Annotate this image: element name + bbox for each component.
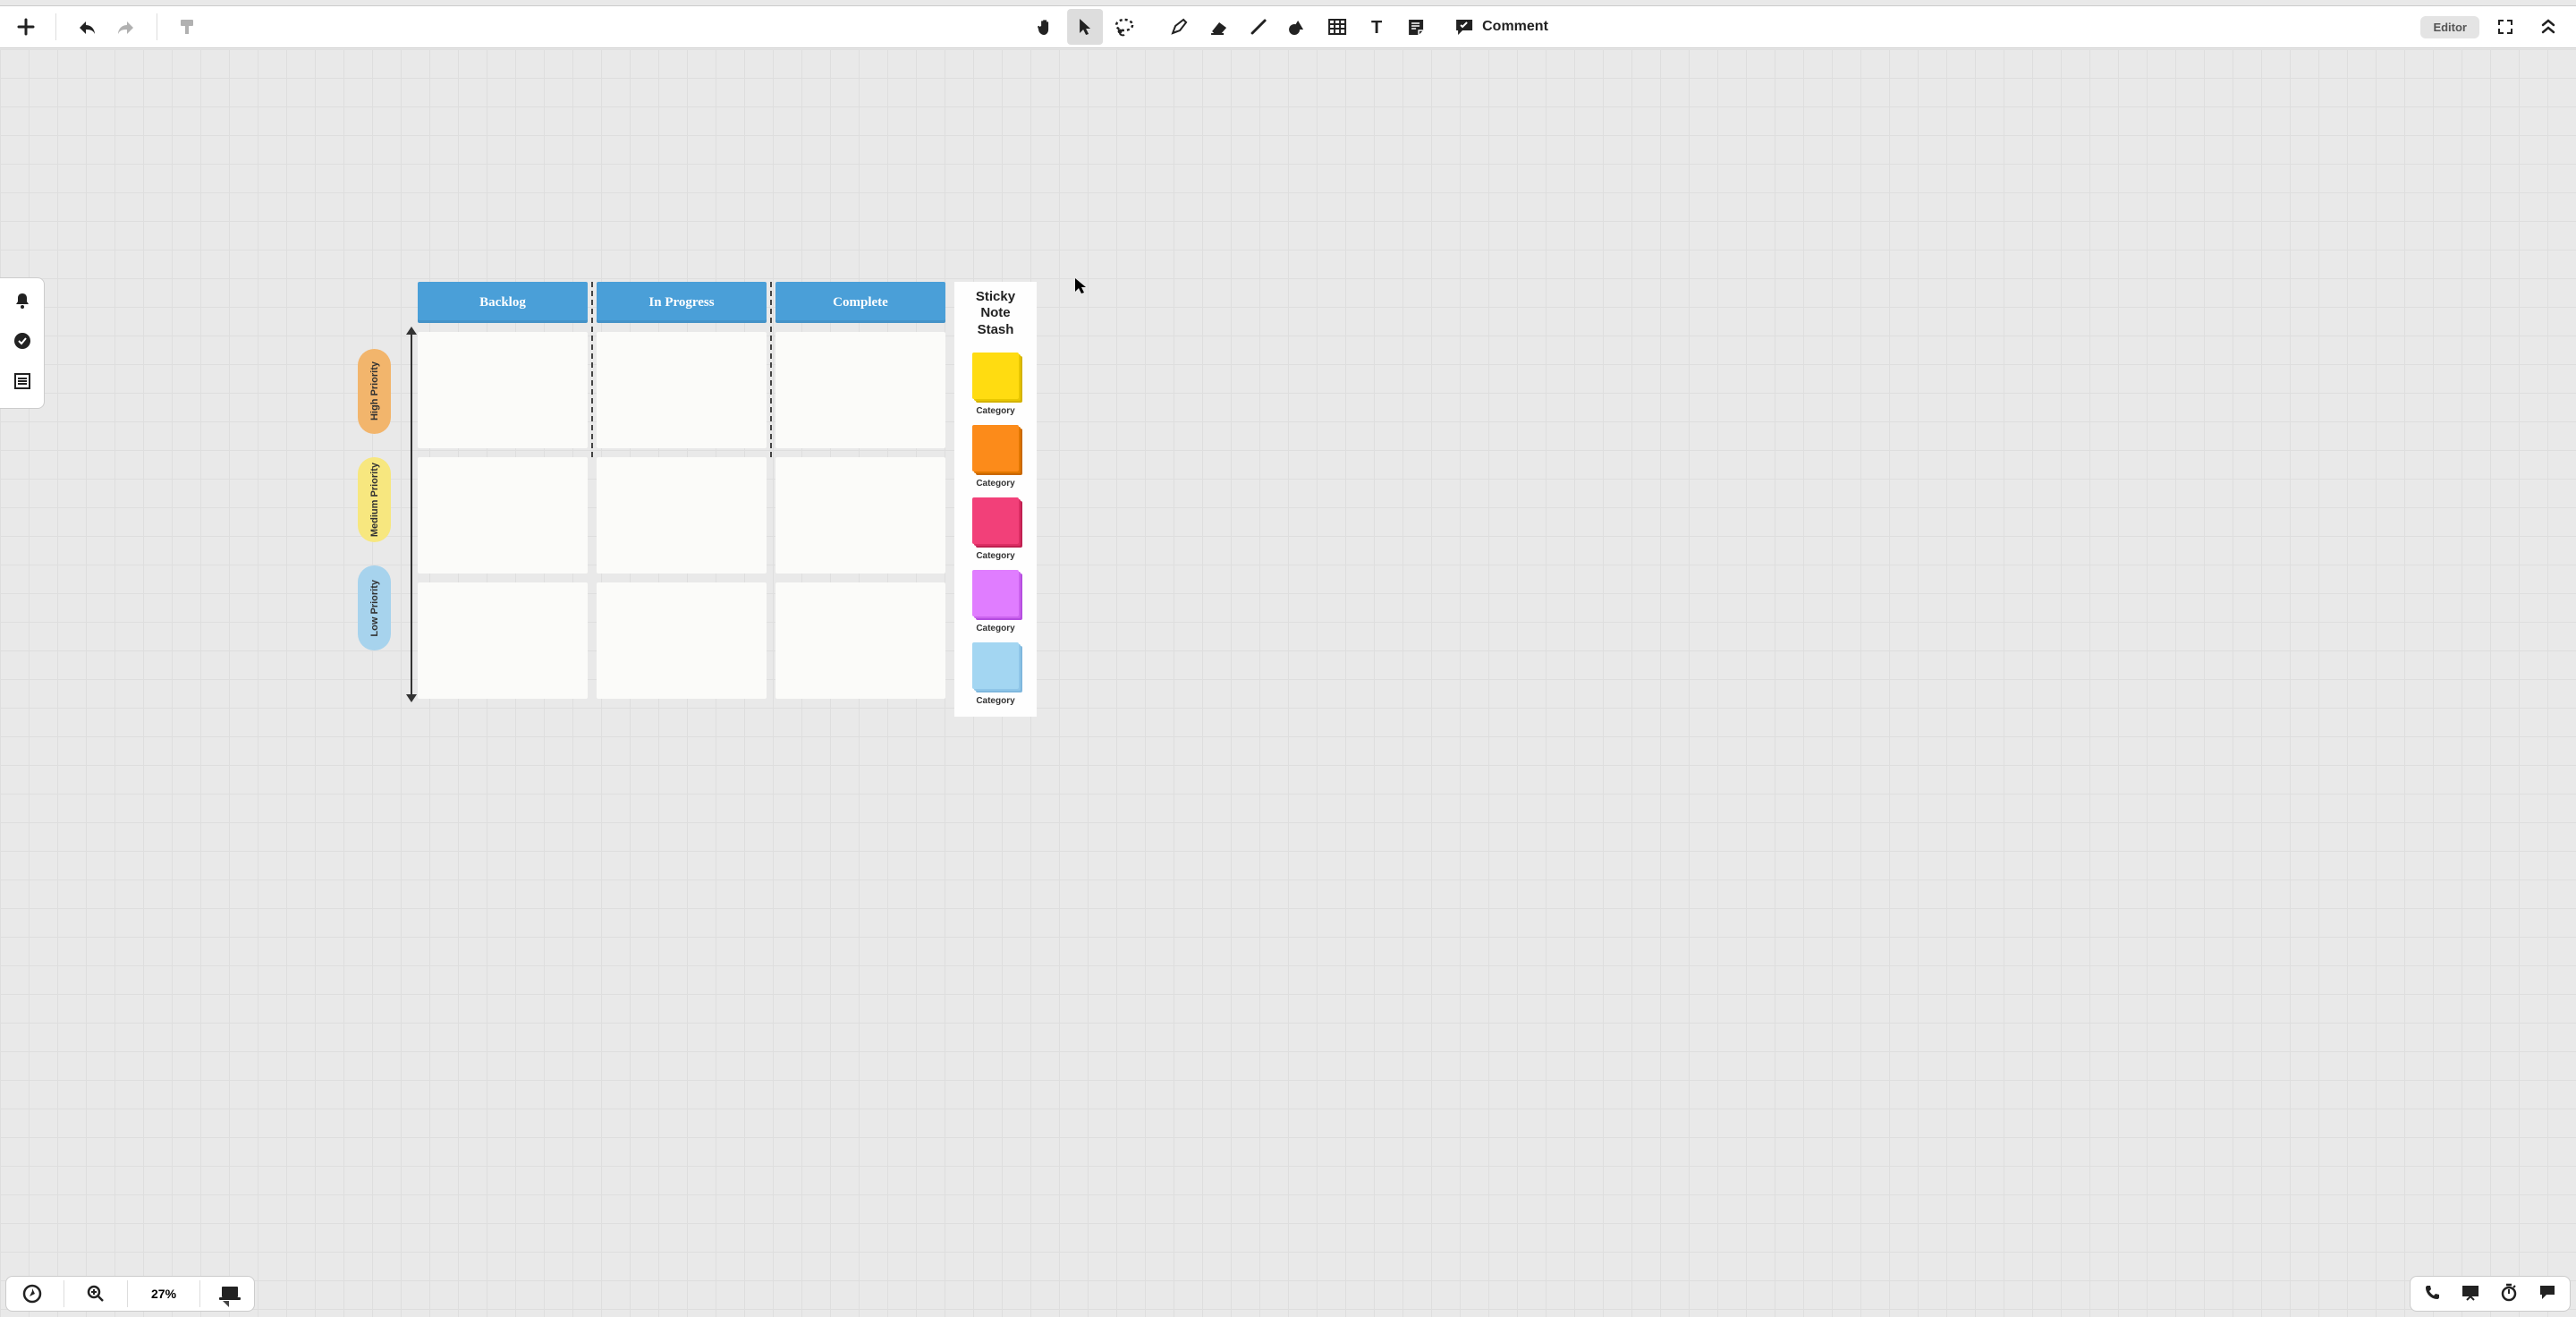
shape-tool[interactable] [1280,9,1316,45]
presentation-button[interactable] [215,1279,245,1309]
cursor-icon [1073,277,1088,295]
fullscreen-button[interactable] [2488,10,2522,44]
stash-title: Sticky Note Stash [976,289,1015,338]
kanban-board: High Priority Medium Priority Low Priori… [358,282,1037,717]
category-label: Category [976,406,1014,416]
column-header-backlog[interactable]: Backlog [418,282,588,323]
role-pill[interactable]: Editor [2420,16,2479,38]
column-header-inprogress[interactable]: In Progress [597,282,767,323]
cell-med-complete[interactable] [775,457,945,574]
add-button[interactable] [9,10,43,44]
comment-label: Comment [1482,19,1548,35]
pen-tool[interactable] [1162,9,1198,45]
undo-button[interactable] [69,10,103,44]
chat-button[interactable] [2538,1283,2557,1305]
sticky-stack-orange[interactable] [972,425,1019,472]
timer-button[interactable] [2500,1282,2518,1306]
zoom-button[interactable] [79,1277,113,1311]
present-button[interactable] [2461,1283,2480,1305]
cell-high-complete[interactable] [775,332,945,448]
priority-pill-medium[interactable]: Medium Priority [358,457,391,542]
cell-med-inprogress[interactable] [597,457,767,574]
navigator-button[interactable] [15,1277,49,1311]
cell-low-backlog[interactable] [418,582,588,699]
bottom-left-toolbar: 27% [5,1276,255,1312]
call-button[interactable] [2423,1283,2441,1305]
format-painter-button[interactable] [170,10,204,44]
bottom-right-toolbar [2410,1276,2571,1312]
cell-low-inprogress[interactable] [597,582,767,699]
category-label: Category [976,624,1014,633]
tasks-button[interactable] [13,331,32,355]
zoom-level[interactable]: 27% [142,1287,185,1301]
priority-pill-high[interactable]: High Priority [358,349,391,434]
lasso-tool[interactable] [1106,9,1142,45]
left-rail [0,277,45,409]
category-label: Category [976,479,1014,489]
svg-text:T: T [1371,18,1382,37]
notifications-button[interactable] [13,291,32,315]
category-label: Category [976,696,1014,706]
outline-button[interactable] [13,371,32,395]
redo-button[interactable] [110,10,144,44]
top-toolbar: T Comment Editor [0,5,2576,48]
table-tool[interactable] [1319,9,1355,45]
eraser-tool[interactable] [1201,9,1237,45]
pan-tool[interactable] [1028,9,1063,45]
priority-pill-low[interactable]: Low Priority [358,565,391,650]
cell-med-backlog[interactable] [418,457,588,574]
collapse-panels-button[interactable] [2531,10,2565,44]
select-tool[interactable] [1067,9,1103,45]
cell-high-backlog[interactable] [418,332,588,448]
sticky-stack-blue[interactable] [972,642,1019,689]
category-label: Category [976,551,1014,561]
priority-axis [405,282,418,693]
line-tool[interactable] [1241,9,1276,45]
cell-high-inprogress[interactable] [597,332,767,448]
whiteboard-canvas[interactable]: High Priority Medium Priority Low Priori… [0,49,2576,1317]
comment-tool[interactable]: Comment [1453,17,1548,37]
sticky-stack-pink[interactable] [972,497,1019,544]
sticky-stack-magenta[interactable] [972,570,1019,616]
cell-low-complete[interactable] [775,582,945,699]
text-tool[interactable]: T [1359,9,1394,45]
sticky-note-stash: Sticky Note Stash Category Category Cate… [954,282,1037,717]
sticky-stack-yellow[interactable] [972,353,1019,399]
sticky-note-tool[interactable] [1398,9,1434,45]
column-header-complete[interactable]: Complete [775,282,945,323]
